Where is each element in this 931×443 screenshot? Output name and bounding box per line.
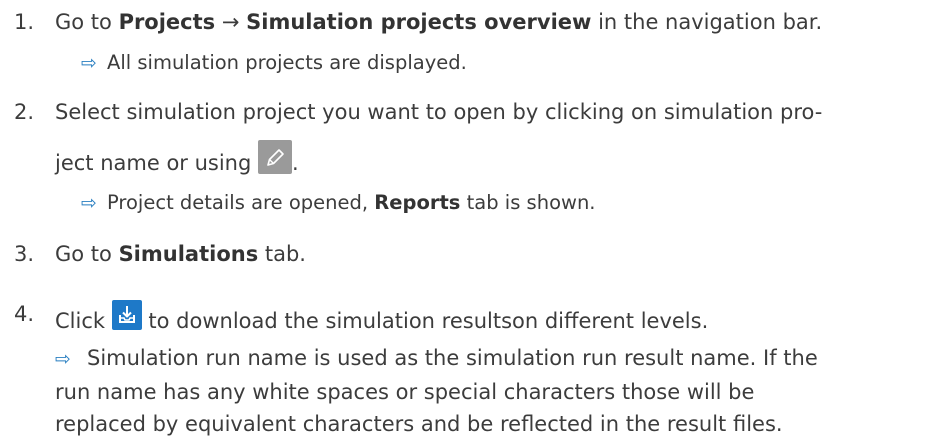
result-arrow-icon: ⇨ [81, 192, 97, 214]
step-text-part: . [292, 151, 299, 175]
step-text-line2: ject name or using . [55, 140, 299, 177]
tab-reports: Reports [374, 191, 461, 214]
download-icon [111, 300, 142, 330]
nav-item-simulation-projects-overview: Simulation projects overview [246, 10, 592, 34]
step-text-part: in the navigation bar. [591, 10, 823, 34]
nav-item-projects: Projects [118, 10, 216, 34]
step-number: 1. [14, 10, 35, 34]
result-arrow-icon: ⇨ [81, 52, 97, 74]
step-4-result-line1: ⇨ Simulation run name is used as the simu… [55, 344, 818, 373]
step-text: Go to Projects → Simulation projects ove… [55, 8, 822, 36]
step-text-part: to download the simulation resultson dif… [141, 309, 709, 333]
step-number: 4. [14, 302, 35, 326]
step-text: Go to Simulations tab. [55, 240, 306, 268]
step-4-result-line3: replaced by equivalent characters and be… [55, 412, 783, 436]
step-2-result: ⇨ Project details are opened, Reports tab… [81, 190, 596, 217]
step-text-part: ject name or using [55, 151, 258, 175]
result-text: All simulation projects are displayed. [107, 51, 467, 74]
step-4-result-line2: run name has any white spaces or special… [55, 380, 755, 404]
step-text-line1: Select simulation project you want to op… [55, 100, 823, 124]
step-number: 3. [14, 242, 35, 266]
step-1-result: ⇨ All simulation projects are displayed. [81, 50, 467, 77]
pencil-icon [258, 140, 292, 174]
result-text: Project details are opened, [107, 191, 375, 214]
step-number: 2. [14, 100, 35, 124]
result-arrow-icon: ⇨ [55, 348, 71, 370]
step-text-part: Click [55, 309, 112, 333]
result-text: Simulation run name is used as the simul… [87, 346, 818, 370]
tab-simulations: Simulations [118, 242, 259, 266]
step-text-part: Go to [55, 10, 119, 34]
step-text-part: Go to [55, 242, 119, 266]
result-text: tab is shown. [460, 191, 596, 214]
path-arrow: → [221, 10, 240, 34]
step-text-part: tab. [258, 242, 306, 266]
step-text: Click to download the simulation results… [55, 300, 708, 335]
